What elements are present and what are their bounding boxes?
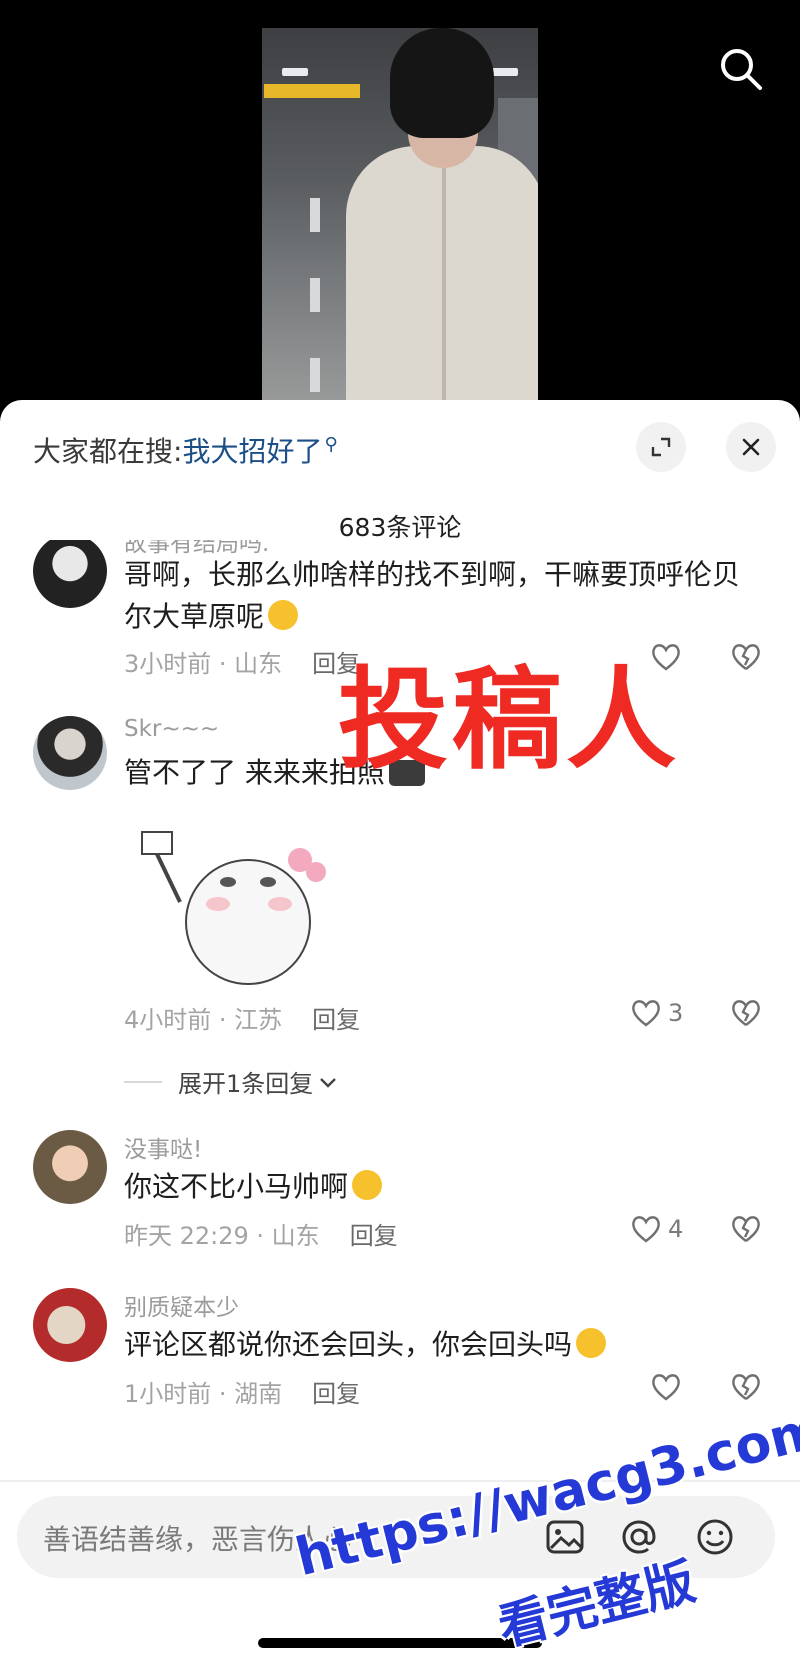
- heart-icon: [632, 1216, 660, 1243]
- trending-link[interactable]: 我大招好了: [182, 430, 322, 470]
- scene-floor-line: [310, 358, 320, 392]
- scene-sign: [264, 84, 360, 98]
- trending-search[interactable]: 大家都在搜: 我大招好了 ⚲: [33, 430, 338, 470]
- search-small-icon: ⚲: [324, 433, 338, 455]
- rolling-laughing-face-icon: [352, 1170, 383, 1200]
- comment-meta: 1小时前 · 湖南 回复: [124, 1374, 360, 1409]
- video-frame: [262, 28, 538, 408]
- expand-replies-button[interactable]: 展开1条回复: [124, 1064, 339, 1099]
- crying-face-icon: [268, 600, 299, 630]
- comment-meta: 3小时前 · 山东 回复: [124, 644, 360, 679]
- scene-light: [282, 68, 308, 76]
- reply-button[interactable]: 回复: [312, 1006, 360, 1034]
- broken-heart-icon[interactable]: [730, 642, 762, 672]
- like-count: 4: [668, 1215, 684, 1243]
- comment-text: 你这不比小马帅啊: [124, 1166, 764, 1208]
- home-indicator[interactable]: [258, 1638, 542, 1648]
- video-player[interactable]: [0, 0, 800, 420]
- like-button[interactable]: 3: [630, 998, 683, 1028]
- avatar[interactable]: [33, 1288, 107, 1362]
- comment-text: 评论区都说你还会回头，你会回头吗: [124, 1324, 764, 1366]
- close-icon: [742, 438, 760, 456]
- expand-icon: [651, 437, 671, 457]
- scene-floor-line: [310, 198, 320, 232]
- like-button[interactable]: 4: [630, 1214, 683, 1244]
- comment-text-body: 你这不比小马帅啊: [124, 1170, 349, 1203]
- comment-time-location: 昨天 22:29 · 山东: [124, 1222, 320, 1250]
- broken-heart-icon[interactable]: [730, 1372, 762, 1402]
- avatar[interactable]: [33, 716, 107, 790]
- scene-floor-line: [310, 278, 320, 312]
- person-zip: [442, 168, 446, 408]
- chevron-down-icon: [320, 1077, 337, 1088]
- broken-heart-icon[interactable]: [730, 1214, 762, 1244]
- submitter-stamp: 投稿人: [338, 656, 680, 784]
- comment-username[interactable]: Skr~~~: [124, 716, 219, 742]
- scene-light: [492, 68, 518, 76]
- reply-button[interactable]: 回复: [350, 1222, 398, 1250]
- comment-text-body: 评论区都说你还会回头，你会回头吗: [124, 1328, 573, 1361]
- divider-dash: [124, 1080, 162, 1083]
- avatar[interactable]: [33, 540, 107, 608]
- broken-heart-icon[interactable]: [730, 998, 762, 1028]
- emoji-icon[interactable]: [693, 1515, 737, 1559]
- like-count: 3: [668, 999, 684, 1027]
- comment-username[interactable]: 没事哒!: [124, 1130, 202, 1164]
- comment-text-body: 哥啊，长那么帅啥样的找不到啊，干嘛要顶呼伦贝尔大草原呢: [124, 558, 741, 633]
- comment-username[interactable]: 别质疑本少: [124, 1288, 239, 1322]
- comment-count: 683条评论: [338, 513, 462, 542]
- comment-text: 哥啊，长那么帅啥样的找不到啊，干嘛要顶呼伦贝尔大草原呢: [124, 554, 764, 638]
- comment-time-location: 1小时前 · 湖南: [124, 1380, 283, 1408]
- heart-icon: [632, 1000, 660, 1027]
- comment-meta: 昨天 22:29 · 山东 回复: [124, 1216, 398, 1251]
- comment-meta: 4小时前 · 江苏 回复: [124, 1000, 360, 1035]
- comment-time-location: 3小时前 · 山东: [124, 650, 283, 678]
- heart-icon: [652, 1374, 680, 1401]
- expand-button[interactable]: [636, 422, 686, 472]
- face-with-monocle-icon: [576, 1328, 607, 1358]
- trending-prefix: 大家都在搜:: [33, 435, 183, 468]
- expand-replies-label: 展开1条回复: [178, 1070, 314, 1098]
- avatar[interactable]: [33, 1130, 107, 1204]
- reply-button[interactable]: 回复: [312, 1380, 360, 1408]
- close-button[interactable]: [726, 422, 776, 472]
- person-hair: [390, 28, 494, 138]
- sticker-image[interactable]: [140, 812, 330, 992]
- comment-time-location: 4小时前 · 江苏: [124, 1006, 283, 1034]
- like-button[interactable]: [650, 1372, 688, 1402]
- search-icon[interactable]: [718, 46, 764, 92]
